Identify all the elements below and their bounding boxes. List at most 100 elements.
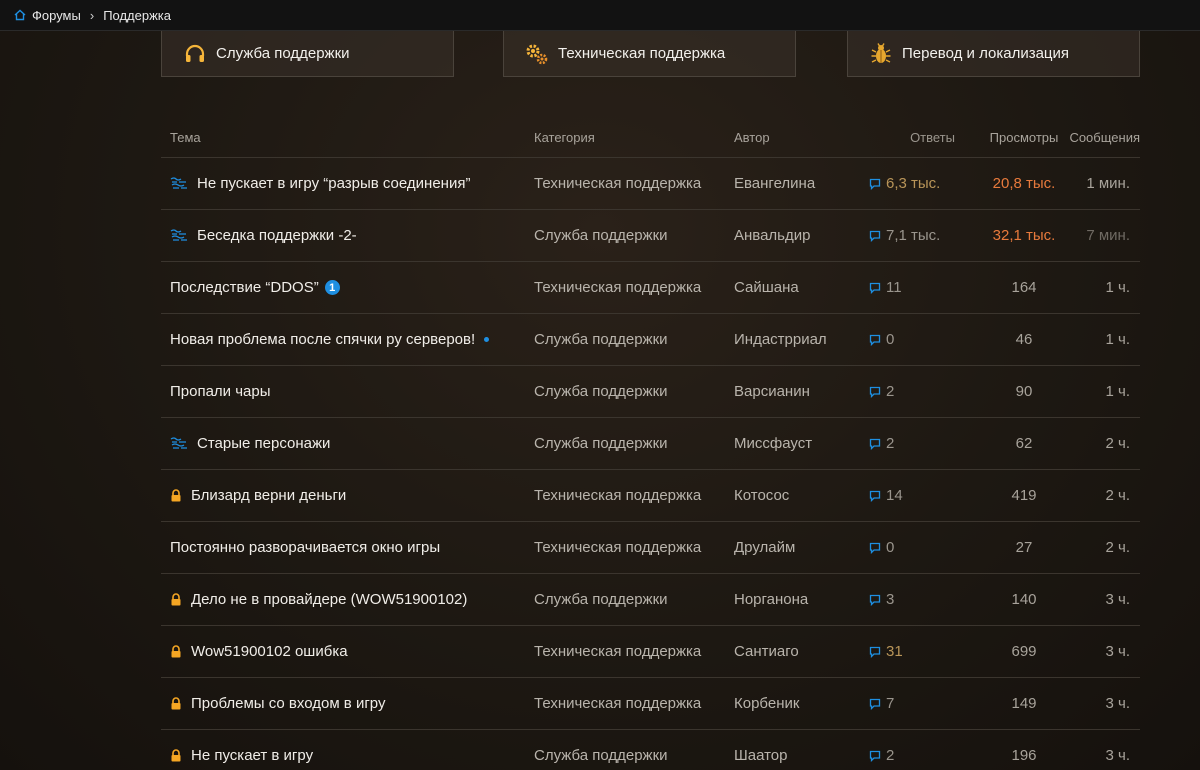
topic-title-link[interactable]: Пропали чары	[170, 383, 271, 400]
topic-cell: Новая проблема после спячки ру серверов!	[161, 331, 534, 348]
topic-title-link[interactable]: Постоянно разворачивается окно игры	[170, 539, 440, 556]
topic-title-link[interactable]: Проблемы со входом в игру	[191, 695, 385, 712]
table-row[interactable]: Проблемы со входом в игру Техническая под…	[161, 678, 1140, 730]
topic-cell: Пропали чары	[161, 383, 534, 400]
category-card-localization[interactable]: Перевод и локализация	[847, 31, 1140, 77]
category-card-label: Техническая поддержка	[558, 45, 726, 62]
header-messages[interactable]: Сообщения	[1069, 130, 1140, 145]
table-row[interactable]: Беседка поддержки -2- Служба поддержки Анв…	[161, 210, 1140, 262]
table-row[interactable]: Пропали чары Служба поддержки Варсианин 2 90…	[161, 366, 1140, 418]
author-cell[interactable]: Друлайм	[734, 539, 864, 556]
table-row[interactable]: Новая проблема после спячки ру серверов!…	[161, 314, 1140, 366]
speech-bubble-icon	[869, 230, 881, 242]
topic-title-link[interactable]: Старые персонажи	[197, 435, 330, 452]
topic-title-link[interactable]: Не пускает в игру “разрыв соединения”	[197, 175, 470, 192]
speech-bubble-icon	[869, 334, 881, 346]
category-cell[interactable]: Техническая поддержка	[534, 487, 734, 504]
last-activity[interactable]: 2 ч.	[1069, 435, 1140, 452]
author-cell[interactable]: Корбеник	[734, 695, 864, 712]
table-row[interactable]: Не пускает в игру “разрыв соединения” Тех…	[161, 158, 1140, 210]
last-activity[interactable]: 3 ч.	[1069, 643, 1140, 660]
header-category[interactable]: Категория	[534, 130, 734, 145]
replies-count: 6,3 тыс.	[886, 175, 941, 192]
replies-count: 3	[886, 591, 895, 608]
author-cell[interactable]: Евангелина	[734, 175, 864, 192]
views-count: 164	[1011, 279, 1037, 296]
table-row[interactable]: Wow51900102 ошибка Техническая поддержка С…	[161, 626, 1140, 678]
category-cell[interactable]: Служба поддержки	[534, 331, 734, 348]
last-activity[interactable]: 1 ч.	[1069, 279, 1140, 296]
table-row[interactable]: Дело не в провайдере (WOW51900102) Служба…	[161, 574, 1140, 626]
speech-bubble-icon	[869, 490, 881, 502]
views-count: 140	[1011, 591, 1037, 608]
author-cell[interactable]: Сантиаго	[734, 643, 864, 660]
category-cell[interactable]: Служба поддержки	[534, 435, 734, 452]
author-cell[interactable]: Котосос	[734, 487, 864, 504]
table-row[interactable]: Не пускает в игру Служба поддержки Шаатор 2…	[161, 730, 1140, 770]
category-cell[interactable]: Техническая поддержка	[534, 643, 734, 660]
author-cell[interactable]: Сайшана	[734, 279, 864, 296]
topic-cell: Не пускает в игру	[161, 747, 534, 764]
last-activity[interactable]: 2 ч.	[1069, 487, 1140, 504]
last-activity[interactable]: 1 ч.	[1069, 331, 1140, 348]
replies-cell: 0	[864, 539, 979, 556]
category-card-technical[interactable]: Техническая поддержка	[503, 31, 796, 77]
views-count: 90	[1015, 383, 1033, 400]
home-icon[interactable]	[14, 9, 26, 21]
replies-count: 11	[886, 279, 902, 296]
last-activity[interactable]: 2 ч.	[1069, 539, 1140, 556]
replies-cell: 0	[864, 331, 979, 348]
lock-icon	[170, 749, 182, 762]
author-cell[interactable]: Индастрриал	[734, 331, 864, 348]
category-cell[interactable]: Техническая поддержка	[534, 279, 734, 296]
topic-title-link[interactable]: Дело не в провайдере (WOW51900102)	[191, 591, 467, 608]
replies-count: 7,1 тыс.	[886, 227, 941, 244]
topic-title-link[interactable]: Wow51900102 ошибка	[191, 643, 348, 660]
category-card-label: Перевод и локализация	[902, 45, 1070, 62]
category-cards: Служба поддержки Техническая поддержка П…	[161, 31, 1140, 77]
speech-bubble-icon	[869, 750, 881, 762]
category-cell[interactable]: Техническая поддержка	[534, 175, 734, 192]
views-count: 20,8 тыс.	[992, 175, 1056, 192]
last-activity[interactable]: 1 мин.	[1069, 175, 1140, 192]
category-cell[interactable]: Служба поддержки	[534, 383, 734, 400]
table-row[interactable]: Старые персонажи Служба поддержки Миссфаус…	[161, 418, 1140, 470]
last-activity[interactable]: 3 ч.	[1069, 747, 1140, 764]
replies-count: 2	[886, 747, 895, 764]
breadcrumb-forums-link[interactable]: Форумы	[32, 8, 81, 23]
category-card-support[interactable]: Служба поддержки	[161, 31, 454, 77]
last-activity[interactable]: 7 мин.	[1069, 227, 1140, 244]
author-cell[interactable]: Норганона	[734, 591, 864, 608]
last-activity[interactable]: 3 ч.	[1069, 695, 1140, 712]
header-topic[interactable]: Тема	[161, 130, 534, 145]
replies-cell: 7	[864, 695, 979, 712]
table-row[interactable]: Постоянно разворачивается окно игры Техни…	[161, 522, 1140, 574]
bug-icon	[868, 41, 894, 67]
topic-title-link[interactable]: Близард верни деньги	[191, 487, 346, 504]
category-cell[interactable]: Служба поддержки	[534, 227, 734, 244]
topic-cell: Постоянно разворачивается окно игры	[161, 539, 534, 556]
category-cell[interactable]: Техническая поддержка	[534, 539, 734, 556]
speech-bubble-icon	[869, 282, 881, 294]
category-cell[interactable]: Техническая поддержка	[534, 695, 734, 712]
author-cell[interactable]: Миссфауст	[734, 435, 864, 452]
topic-title-link[interactable]: Не пускает в игру	[191, 747, 313, 764]
last-activity[interactable]: 3 ч.	[1069, 591, 1140, 608]
header-author[interactable]: Автор	[734, 130, 864, 145]
views-count: 62	[1015, 435, 1033, 452]
author-cell[interactable]: Варсианин	[734, 383, 864, 400]
replies-count: 2	[886, 435, 895, 452]
category-cell[interactable]: Служба поддержки	[534, 591, 734, 608]
header-views[interactable]: Просмотры	[979, 130, 1069, 145]
topic-title-link[interactable]: Последствие “DDOS”	[170, 279, 319, 296]
table-row[interactable]: Последствие “DDOS” 1 Техническая поддержка…	[161, 262, 1140, 314]
header-replies[interactable]: Ответы	[864, 130, 979, 145]
author-cell[interactable]: Анвальдир	[734, 227, 864, 244]
table-row[interactable]: Близард верни деньги Техническая поддержк…	[161, 470, 1140, 522]
last-activity[interactable]: 1 ч.	[1069, 383, 1140, 400]
author-cell[interactable]: Шаатор	[734, 747, 864, 764]
topic-title-link[interactable]: Беседка поддержки -2-	[197, 227, 357, 244]
category-cell[interactable]: Служба поддержки	[534, 747, 734, 764]
topic-title-link[interactable]: Новая проблема после спячки ру серверов!	[170, 331, 475, 348]
new-dot	[484, 337, 490, 342]
